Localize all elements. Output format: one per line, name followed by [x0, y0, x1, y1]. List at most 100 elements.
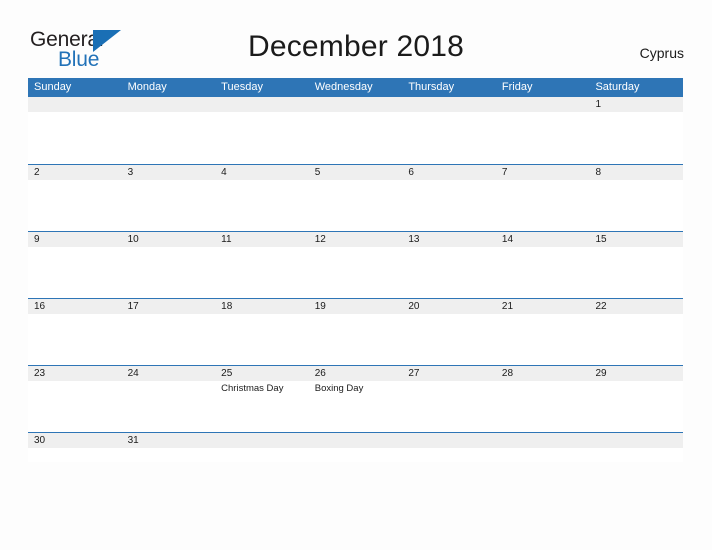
week-row: 2 3 4 5 6 7 8: [28, 164, 684, 231]
day-number: 7: [501, 167, 508, 178]
day-cell[interactable]: [308, 433, 403, 462]
day-band: [215, 433, 309, 448]
day-cell[interactable]: 13: [402, 232, 496, 298]
weekday-thursday: Thursday: [408, 81, 455, 93]
day-cell[interactable]: 5: [308, 165, 403, 231]
day-band: [402, 433, 496, 448]
day-cell[interactable]: 10: [121, 232, 216, 298]
day-cell[interactable]: 1: [589, 97, 684, 164]
weekday-wednesday: Wednesday: [314, 81, 373, 93]
day-cell[interactable]: [28, 97, 122, 164]
day-number: 15: [595, 234, 607, 245]
day-band: [308, 97, 403, 112]
day-cell[interactable]: 28: [495, 366, 590, 432]
day-band: [28, 232, 122, 247]
weekday-sunday: Sunday: [34, 81, 72, 93]
day-cell[interactable]: [215, 433, 309, 462]
day-band: [215, 165, 309, 180]
day-cell[interactable]: 14: [495, 232, 590, 298]
day-cell[interactable]: 3: [121, 165, 216, 231]
locale-label: Cyprus: [639, 45, 684, 61]
page-header: General Blue December 2018 Cyprus: [0, 0, 712, 78]
week-row: 16 17 18 19 20 21 22: [28, 298, 684, 365]
day-cell[interactable]: [495, 97, 590, 164]
weekday-saturday: Saturday: [595, 81, 640, 93]
weekday-tuesday: Tuesday: [221, 81, 263, 93]
day-band: [495, 433, 590, 448]
day-number: 25: [221, 368, 233, 379]
day-band: [589, 165, 684, 180]
day-cell[interactable]: [308, 97, 403, 164]
day-cell[interactable]: [121, 97, 216, 164]
day-number: 6: [408, 167, 414, 178]
day-cell[interactable]: 8: [589, 165, 684, 231]
day-cell[interactable]: 24: [121, 366, 216, 432]
day-band: [28, 165, 122, 180]
day-cell[interactable]: [402, 433, 496, 462]
page-title: December 2018: [247, 30, 465, 63]
day-cell[interactable]: 25 Christmas Day: [215, 366, 309, 432]
day-band: [402, 165, 496, 180]
day-cell[interactable]: 18: [215, 299, 309, 365]
day-cell[interactable]: 7: [495, 165, 590, 231]
day-cell[interactable]: 6: [402, 165, 496, 231]
day-number: 5: [314, 167, 321, 178]
day-cell[interactable]: 15: [589, 232, 684, 298]
day-event: Boxing Day: [314, 383, 364, 394]
day-number: 27: [408, 368, 420, 379]
day-band: [495, 97, 590, 112]
day-band: [121, 97, 216, 112]
day-number: 1: [595, 99, 602, 110]
week-row: 30 31: [28, 432, 684, 462]
weekday-header-row: Sunday Monday Tuesday Wednesday Thursday…: [28, 78, 683, 97]
day-number: 31: [127, 435, 139, 446]
day-cell[interactable]: [215, 97, 309, 164]
day-band: [308, 433, 403, 448]
day-cell[interactable]: 16: [28, 299, 122, 365]
day-number: 17: [127, 301, 139, 312]
day-number: 26: [314, 368, 326, 379]
day-number: 22: [595, 301, 607, 312]
day-number: 8: [595, 167, 602, 178]
day-number: 2: [34, 167, 40, 178]
day-cell[interactable]: 22: [589, 299, 684, 365]
day-number: 13: [408, 234, 420, 245]
day-band: [589, 433, 684, 448]
day-band: [28, 97, 122, 112]
day-cell[interactable]: 26 Boxing Day: [308, 366, 403, 432]
day-band: [121, 165, 216, 180]
day-cell[interactable]: [495, 433, 590, 462]
day-cell[interactable]: 11: [215, 232, 309, 298]
day-cell[interactable]: 4: [215, 165, 309, 231]
day-cell[interactable]: [589, 433, 684, 462]
weekday-friday: Friday: [501, 81, 533, 93]
day-number: 11: [221, 234, 232, 245]
day-cell[interactable]: 9: [28, 232, 122, 298]
day-number: 4: [221, 167, 227, 178]
day-band: [215, 97, 309, 112]
day-number: 12: [314, 234, 326, 245]
day-number: 21: [501, 301, 514, 312]
day-number: 24: [127, 368, 139, 379]
day-number: 18: [221, 301, 233, 312]
day-event: Christmas Day: [221, 383, 284, 394]
day-cell[interactable]: 12: [308, 232, 403, 298]
day-cell[interactable]: 19: [308, 299, 403, 365]
day-cell[interactable]: 17: [121, 299, 216, 365]
day-cell[interactable]: 27: [402, 366, 496, 432]
day-number: 23: [34, 368, 46, 379]
day-number: 9: [34, 234, 40, 245]
calendar-grid: Sunday Monday Tuesday Wednesday Thursday…: [28, 78, 684, 462]
day-cell[interactable]: 30: [28, 433, 122, 462]
day-cell[interactable]: 23: [28, 366, 122, 432]
day-number: 28: [501, 368, 514, 379]
day-number: 3: [127, 167, 134, 178]
week-row: 9 10 11 12 13 14 15: [28, 231, 684, 298]
weekday-monday: Monday: [127, 81, 167, 93]
day-cell[interactable]: 29: [589, 366, 684, 432]
day-cell[interactable]: 2: [28, 165, 122, 231]
day-cell[interactable]: 20: [402, 299, 496, 365]
day-cell[interactable]: 31: [121, 433, 216, 462]
day-cell[interactable]: 21: [495, 299, 590, 365]
day-cell[interactable]: [402, 97, 496, 164]
